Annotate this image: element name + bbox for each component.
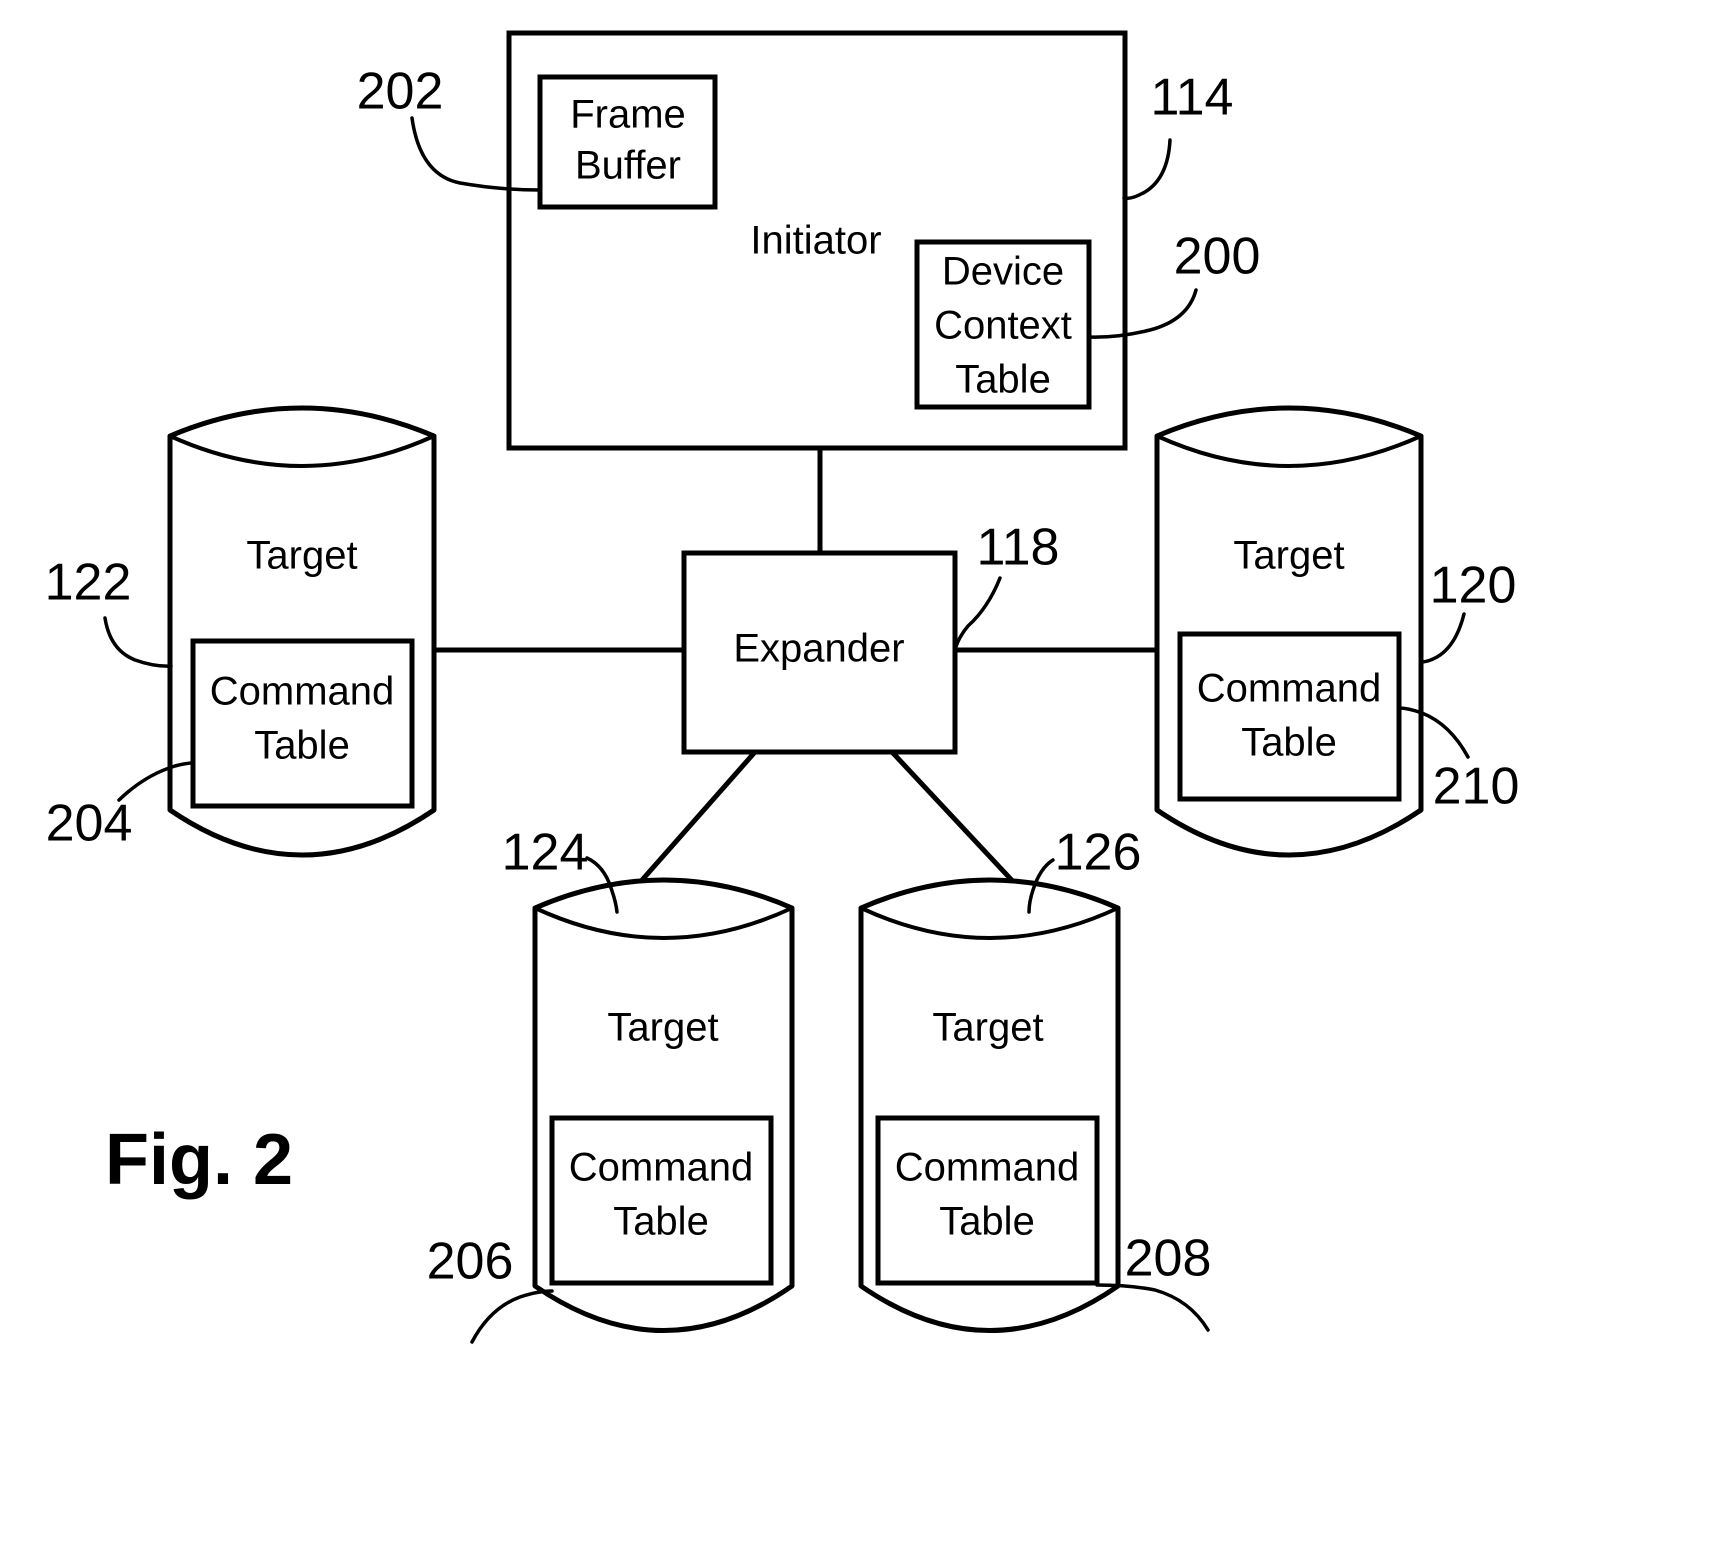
leader-206 bbox=[470, 1289, 554, 1344]
diagram-canvas: Initiator Frame Buffer Device Context Ta… bbox=[45, 30, 1520, 1344]
initiator-node[interactable]: Initiator Frame Buffer Device Context Ta… bbox=[506, 30, 1128, 451]
target-bottom-left-label: Target bbox=[607, 1006, 718, 1050]
target-bottom-right-command-table-line2: Table bbox=[939, 1200, 1035, 1244]
target-bottom-right-node[interactable]: Target Command Table bbox=[858, 877, 1121, 1333]
device-context-table-node[interactable]: Device Context Table bbox=[914, 239, 1092, 410]
numeral-202: 202 bbox=[357, 63, 444, 121]
numeral-124: 124 bbox=[502, 824, 589, 882]
numeral-120: 120 bbox=[1430, 557, 1517, 615]
leader-120 bbox=[1419, 612, 1466, 664]
expander-label: Expander bbox=[733, 627, 904, 671]
device-context-table-label-line2: Context bbox=[934, 304, 1072, 348]
numeral-208: 208 bbox=[1125, 1230, 1212, 1288]
initiator-label: Initiator bbox=[750, 219, 881, 263]
leader-122 bbox=[103, 616, 173, 668]
target-bottom-left-node[interactable]: Target Command Table bbox=[532, 877, 795, 1333]
frame-buffer-node[interactable]: Frame Buffer bbox=[537, 74, 718, 210]
target-left-command-table-node[interactable]: Command Table bbox=[190, 638, 415, 809]
device-context-table-label-line1: Device bbox=[942, 250, 1064, 294]
target-left-label: Target bbox=[246, 534, 357, 578]
target-bottom-left-command-table-line2: Table bbox=[613, 1200, 709, 1244]
numeral-114: 114 bbox=[1151, 69, 1234, 127]
leader-114 bbox=[1122, 138, 1172, 201]
numeral-204: 204 bbox=[46, 795, 133, 853]
target-right-command-table-line2: Table bbox=[1241, 721, 1337, 765]
patent-figure: Initiator Frame Buffer Device Context Ta… bbox=[0, 0, 1732, 1567]
leader-118 bbox=[953, 576, 1002, 652]
numeral-118: 118 bbox=[977, 519, 1060, 577]
target-bottom-left-command-table-node[interactable]: Command Table bbox=[549, 1115, 774, 1286]
target-bottom-right-command-table-node[interactable]: Command Table bbox=[875, 1115, 1100, 1286]
figure-caption: Fig. 2 bbox=[105, 1120, 293, 1200]
target-bottom-right-label: Target bbox=[932, 1006, 1043, 1050]
target-bottom-left-command-table-line1: Command bbox=[569, 1146, 754, 1190]
target-right-command-table-node[interactable]: Command Table bbox=[1177, 631, 1402, 802]
target-left-node[interactable]: Target Command Table bbox=[167, 405, 437, 858]
target-right-label: Target bbox=[1233, 534, 1344, 578]
frame-buffer-label-line1: Frame bbox=[570, 93, 686, 137]
numeral-200: 200 bbox=[1174, 228, 1261, 286]
frame-buffer-label-line2: Buffer bbox=[575, 144, 681, 188]
target-left-command-table-line1: Command bbox=[210, 670, 395, 714]
device-context-table-label-line3: Table bbox=[955, 358, 1051, 402]
numeral-210: 210 bbox=[1433, 758, 1520, 816]
target-left-command-table-line2: Table bbox=[254, 724, 350, 768]
target-bottom-right-command-table-line1: Command bbox=[895, 1146, 1080, 1190]
expander-node[interactable]: Expander bbox=[681, 550, 958, 755]
numeral-206: 206 bbox=[427, 1233, 514, 1291]
numeral-122: 122 bbox=[45, 554, 132, 612]
target-right-command-table-box[interactable] bbox=[1177, 631, 1402, 802]
target-right-command-table-line1: Command bbox=[1197, 667, 1382, 711]
numeral-126: 126 bbox=[1055, 824, 1142, 882]
target-right-node[interactable]: Target Command Table bbox=[1154, 405, 1424, 858]
